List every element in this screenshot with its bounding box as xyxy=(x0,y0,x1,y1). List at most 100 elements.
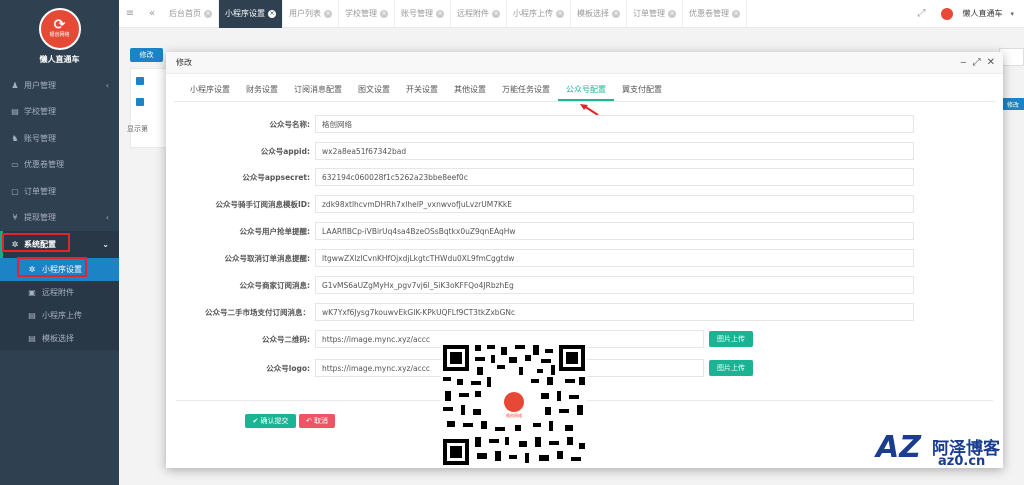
menu-icon[interactable]: ≡ xyxy=(119,8,141,19)
tab-coupon-management[interactable]: 优惠卷管理 × xyxy=(683,0,747,28)
secondhand-pay-input[interactable]: wK7Yxf6Jysg7kouwvEkGIK-KPkUQFLf9CT3tkZxb… xyxy=(315,303,914,321)
tab-order-management[interactable]: 订单管理 × xyxy=(627,0,683,28)
field-label: 公众号名称: xyxy=(269,119,311,129)
tab-label: 小程序上传 xyxy=(513,9,553,18)
qr-center-text: 格创网络 xyxy=(506,412,522,418)
maximize-icon[interactable]: ⤢ xyxy=(973,57,981,68)
field-label: 公众号二手市场支付订阅消息： xyxy=(205,307,310,317)
account-name-input[interactable]: 格创网络 xyxy=(315,115,914,133)
tab-label: 模板选择 xyxy=(577,9,609,18)
checkbox[interactable] xyxy=(136,77,144,85)
form-row-appsecret: 公众号appsecret: 632194c060028f1c5262a23bbe… xyxy=(166,168,914,186)
tab-other[interactable]: 其他设置 xyxy=(446,84,494,101)
watermark-logo: AZ xyxy=(876,430,921,465)
close-icon[interactable]: × xyxy=(436,9,444,18)
tab-user-list[interactable]: 用户列表 × xyxy=(283,0,339,28)
close-icon[interactable]: ✕ xyxy=(987,57,995,68)
submit-button[interactable]: ✔ 确认提交 xyxy=(245,414,296,428)
close-icon[interactable]: × xyxy=(668,9,676,18)
form-row-merchant-msg: 公众号商家订阅消息: G1vMS6aUZgMyHx_pgv7vj6l_SiK3o… xyxy=(166,276,914,294)
sidebar-item-withdraw-management[interactable]: ¥ 提现管理 ‹ xyxy=(0,205,119,232)
sidebar-item-user-management[interactable]: ♟ 用户管理 ‹ xyxy=(0,72,119,99)
tab-label: 优惠卷管理 xyxy=(689,9,729,18)
cancel-button[interactable]: ↶ 取消 xyxy=(299,414,335,428)
tab-switch[interactable]: 开关设置 xyxy=(398,84,446,101)
users-icon: ♞ xyxy=(11,133,19,143)
close-icon[interactable]: × xyxy=(732,9,740,18)
modal-title: 修改 xyxy=(176,58,192,67)
tab-bestpay[interactable]: 翼支付配置 xyxy=(614,84,670,101)
watermark: AZ 阿泽博客 az0.cn xyxy=(876,430,1024,485)
user-name[interactable]: 懒人直通车 xyxy=(962,8,1002,19)
tab-miniprogram-settings[interactable]: 小程序设置 × xyxy=(219,0,283,28)
highlight-miniprogram-settings xyxy=(17,257,87,277)
fullscreen-icon[interactable]: ⤢ xyxy=(910,8,932,19)
close-icon[interactable]: × xyxy=(380,9,388,18)
tab-subscription[interactable]: 订阅消息配置 xyxy=(286,84,350,101)
form-row-secondhand-pay: 公众号二手市场支付订阅消息： wK7Yxf6Jysg7kouwvEkGIK-KP… xyxy=(166,303,914,321)
chevron-left-icon: ‹ xyxy=(105,213,109,223)
tab-home[interactable]: 后台首页 × xyxy=(163,0,219,28)
qr-code-image: 格创网络 xyxy=(441,343,587,467)
grab-order-input[interactable]: LAARfIBCp-iVBirUq4sa4BzeOSsBqtkx0uZ9qnEA… xyxy=(315,222,914,240)
double-chevron-left-icon[interactable]: « xyxy=(141,8,163,19)
rider-template-input[interactable]: zdk98xtlhcvmDHRh7xlheIP_vxnwvofJuLvzrUM7… xyxy=(315,195,914,213)
sidebar-subitem-template-select[interactable]: ▤ 模板选择 xyxy=(0,327,119,350)
edit-button[interactable]: 修改 xyxy=(130,48,163,62)
tab-graphic[interactable]: 图文设置 xyxy=(350,84,398,101)
sidebar-subitem-remote-attachments[interactable]: ▣ 远程附件 xyxy=(0,281,119,304)
sidebar-item-account-management[interactable]: ♞ 账号管理 xyxy=(0,125,119,152)
tab-miniprogram[interactable]: 小程序设置 xyxy=(182,84,238,101)
logo-sub: 银创网络 xyxy=(49,32,70,38)
tab-account-management[interactable]: 账号管理 × xyxy=(395,0,451,28)
close-icon[interactable]: × xyxy=(556,9,564,18)
yen-icon: ¥ xyxy=(12,213,18,223)
brand: ⟳ 银创网络 懒人直通车 xyxy=(0,0,119,72)
tab-label: 账号管理 xyxy=(401,9,433,18)
logo-upload-button[interactable]: 图片上传 xyxy=(709,360,753,376)
tab-official-account[interactable]: 公众号配置 xyxy=(558,84,614,101)
checkbox[interactable] xyxy=(136,98,144,106)
tab-label: 后台首页 xyxy=(169,9,201,18)
logo-icon xyxy=(504,391,524,412)
close-icon[interactable]: × xyxy=(612,9,620,18)
chevron-down-icon: ⌄ xyxy=(102,239,109,249)
sidebar-subitem-label: 小程序上传 xyxy=(42,310,82,320)
appid-input[interactable]: wx2a8ea51f67342bad xyxy=(315,142,914,160)
cancel-order-input[interactable]: ltgwwZXlzICvnKHfOjxdjLkgtcTHWdu0XL9fmCgg… xyxy=(315,249,914,267)
close-icon[interactable]: × xyxy=(268,9,276,18)
row-edit-button[interactable]: 修改 xyxy=(1002,98,1024,110)
logo-mark: ⟳ xyxy=(53,17,66,33)
tab-label: 用户列表 xyxy=(289,9,321,18)
field-label: 公众号二维码: xyxy=(262,334,310,344)
form-row-cancel-order: 公众号取消订单消息提醒: ltgwwZXlzICvnKHfOjxdjLkgtcT… xyxy=(166,249,914,267)
pagination-text: 显示第 xyxy=(127,125,148,133)
file-icon: ▤ xyxy=(28,333,36,343)
tab-miniprogram-upload[interactable]: 小程序上传 × xyxy=(507,0,571,28)
tab-finance[interactable]: 财务设置 xyxy=(238,84,286,101)
sidebar-item-coupon-management[interactable]: ▭ 优惠卷管理 xyxy=(0,152,119,179)
close-icon[interactable]: × xyxy=(324,9,332,18)
watermark-url: az0.cn xyxy=(938,454,986,469)
tab-universal-task[interactable]: 万能任务设置 xyxy=(494,84,558,101)
appsecret-input[interactable]: 632194c060028f1c5262a23bbe8eef0c xyxy=(315,168,914,186)
close-icon[interactable]: × xyxy=(204,9,212,18)
sidebar-subitem-label: 模板选择 xyxy=(42,333,74,343)
qrcode-upload-button[interactable]: 图片上传 xyxy=(709,331,753,347)
sidebar-item-label: 账号管理 xyxy=(24,133,56,143)
tab-school-management[interactable]: 学校管理 × xyxy=(339,0,395,28)
avatar[interactable] xyxy=(940,6,955,21)
minimize-icon[interactable]: ‒ xyxy=(960,57,966,68)
brand-name: 懒人直通车 xyxy=(39,54,80,64)
tab-label: 订单管理 xyxy=(633,9,665,18)
close-icon[interactable]: × xyxy=(492,9,500,18)
caret-down-icon[interactable]: ▾ xyxy=(1010,10,1014,18)
sidebar-item-order-management[interactable]: ▢ 订单管理 xyxy=(0,178,119,205)
sidebar-item-school-management[interactable]: ▤ 学校管理 xyxy=(0,99,119,126)
merchant-msg-input[interactable]: G1vMS6aUZgMyHx_pgv7vj6l_SiK3oKFFQo4JRbzh… xyxy=(315,276,914,294)
form-row-appid: 公众号appid: wx2a8ea51f67342bad xyxy=(166,142,914,160)
modal-controls: ‒ ⤢ ✕ xyxy=(960,57,1003,68)
sidebar-subitem-miniprogram-upload[interactable]: ▤ 小程序上传 xyxy=(0,304,119,327)
tab-template-select[interactable]: 模板选择 × xyxy=(571,0,627,28)
tab-remote-attachments[interactable]: 远程附件 × xyxy=(451,0,507,28)
